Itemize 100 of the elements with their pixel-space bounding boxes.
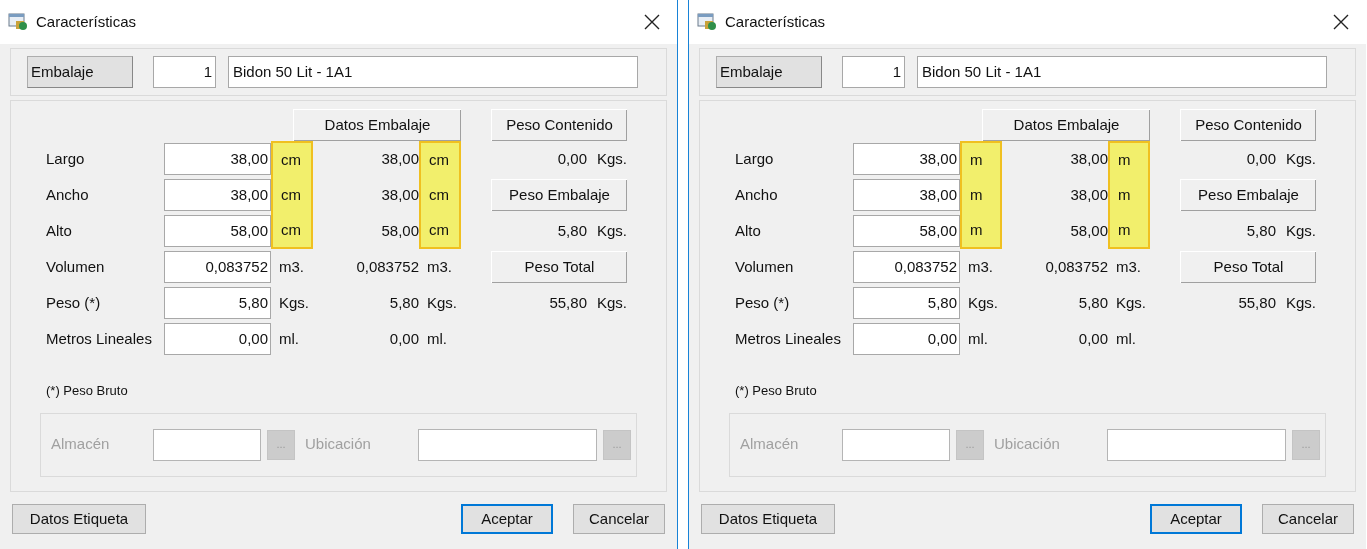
unit-label: cm bbox=[271, 141, 313, 177]
unit-label: m3. bbox=[967, 256, 994, 277]
unit-label: Kgs. bbox=[278, 292, 310, 313]
field-label: Metros Lineales bbox=[46, 328, 153, 349]
field-label: Largo bbox=[735, 148, 775, 169]
number-field[interactable]: 0,00 bbox=[853, 323, 960, 355]
embalaje-button[interactable]: Embalaje bbox=[27, 56, 133, 88]
name-field[interactable]: Bidon 50 Lit - 1A1 bbox=[917, 56, 1327, 88]
field-label: Ubicación bbox=[305, 434, 372, 455]
value-text: 0,00 bbox=[1077, 328, 1108, 349]
value-text: 58,00 bbox=[380, 220, 419, 241]
unit-label: m bbox=[960, 141, 1002, 177]
unit-label: Kgs. bbox=[967, 292, 999, 313]
unit-label: m3. bbox=[1115, 256, 1142, 277]
value-text: 38,00 bbox=[1069, 184, 1108, 205]
app-icon bbox=[697, 13, 717, 31]
value-text: 0,083752 bbox=[355, 256, 419, 277]
unit-label: Kgs. bbox=[1286, 148, 1316, 169]
field-label: Almacén bbox=[51, 434, 111, 455]
column-header: Peso Contenido bbox=[491, 109, 627, 141]
value-text: 58,00 bbox=[1069, 220, 1108, 241]
unit-label: m bbox=[1108, 141, 1150, 177]
unit-label: m bbox=[960, 213, 1002, 249]
unit-label: cm bbox=[419, 141, 461, 177]
input-field[interactable] bbox=[153, 428, 261, 461]
number-field[interactable]: 58,00 bbox=[853, 215, 960, 247]
input-field[interactable] bbox=[842, 428, 950, 461]
dialog-button[interactable]: Cancelar bbox=[573, 504, 665, 534]
value-text: 5,80 bbox=[388, 292, 419, 313]
window-title: Características bbox=[36, 11, 138, 32]
value-text: 5,80 bbox=[1246, 220, 1276, 241]
field-label: Peso (*) bbox=[735, 292, 791, 313]
value-text: 0,083752 bbox=[1044, 256, 1108, 277]
number-field[interactable]: 38,00 bbox=[853, 179, 960, 211]
unit-label: m bbox=[1108, 177, 1150, 213]
column-header: Datos Embalaje bbox=[293, 109, 461, 141]
unit-label: cm bbox=[271, 177, 313, 213]
number-field[interactable]: 5,80 bbox=[164, 287, 271, 319]
dialog-button[interactable]: Datos Etiqueta bbox=[12, 504, 146, 534]
value-text: 55,80 bbox=[549, 292, 587, 313]
embalaje-button[interactable]: Embalaje bbox=[716, 56, 822, 88]
number-field[interactable]: 5,80 bbox=[853, 287, 960, 319]
value-text: 5,80 bbox=[557, 220, 587, 241]
window-title: Características bbox=[725, 11, 827, 32]
column-header: Datos Embalaje bbox=[982, 109, 1150, 141]
unit-label: cm bbox=[419, 213, 461, 249]
unit-label: cm bbox=[271, 213, 313, 249]
dialog-button[interactable]: Cancelar bbox=[1262, 504, 1354, 534]
field-label: Ancho bbox=[46, 184, 90, 205]
unit-label: Kgs. bbox=[597, 220, 627, 241]
dialog-button[interactable]: Aceptar bbox=[461, 504, 553, 534]
input-field[interactable] bbox=[418, 428, 597, 461]
unit-label: Kgs. bbox=[597, 148, 627, 169]
close-icon bbox=[1333, 14, 1349, 30]
unit-label: Kgs. bbox=[426, 292, 458, 313]
field-label: Metros Lineales bbox=[735, 328, 842, 349]
column-header: Peso Embalaje bbox=[491, 179, 627, 211]
number-field[interactable]: 0,083752 bbox=[853, 251, 960, 283]
number-field[interactable]: 1 bbox=[842, 56, 905, 88]
name-field[interactable]: Bidon 50 Lit - 1A1 bbox=[228, 56, 638, 88]
field-label: Peso (*) bbox=[46, 292, 102, 313]
input-field[interactable] bbox=[1107, 428, 1286, 461]
unit-label: Kgs. bbox=[597, 292, 627, 313]
value-text: 55,80 bbox=[1238, 292, 1276, 313]
column-header: Peso Total bbox=[1180, 251, 1316, 283]
unit-label: Kgs. bbox=[1115, 292, 1147, 313]
unit-label: ml. bbox=[1115, 328, 1137, 349]
number-field[interactable]: 58,00 bbox=[164, 215, 271, 247]
value-text: 38,00 bbox=[380, 184, 419, 205]
field-label: Alto bbox=[735, 220, 762, 241]
number-field[interactable]: 0,083752 bbox=[164, 251, 271, 283]
column-header: Peso Contenido bbox=[1180, 109, 1316, 141]
number-field[interactable]: 38,00 bbox=[164, 179, 271, 211]
field-label: Almacén bbox=[740, 434, 800, 455]
number-field[interactable]: 38,00 bbox=[853, 143, 960, 175]
field-label: Ubicación bbox=[994, 434, 1061, 455]
value-text: 0,00 bbox=[557, 148, 587, 169]
unit-label: m3. bbox=[426, 256, 453, 277]
value-text: 38,00 bbox=[380, 148, 419, 169]
field-label: Largo bbox=[46, 148, 86, 169]
unit-label: ml. bbox=[426, 328, 448, 349]
field-label: Volumen bbox=[46, 256, 106, 277]
dialog-button[interactable]: Datos Etiqueta bbox=[701, 504, 835, 534]
dialog-button[interactable]: Aceptar bbox=[1150, 504, 1242, 534]
unit-label: m bbox=[1108, 213, 1150, 249]
close-icon bbox=[644, 14, 660, 30]
value-text: 0,00 bbox=[1246, 148, 1276, 169]
unit-label: cm bbox=[419, 177, 461, 213]
number-field[interactable]: 38,00 bbox=[164, 143, 271, 175]
field-label: Volumen bbox=[735, 256, 795, 277]
value-text: 0,00 bbox=[388, 328, 419, 349]
number-field[interactable]: 0,00 bbox=[164, 323, 271, 355]
unit-label: ml. bbox=[278, 328, 300, 349]
footnote-text: (*) Peso Bruto bbox=[45, 382, 129, 400]
unit-label: ml. bbox=[967, 328, 989, 349]
number-field[interactable]: 1 bbox=[153, 56, 216, 88]
unit-label: m3. bbox=[278, 256, 305, 277]
column-header: Peso Embalaje bbox=[1180, 179, 1316, 211]
footnote-text: (*) Peso Bruto bbox=[734, 382, 818, 400]
unit-label: m bbox=[960, 177, 1002, 213]
